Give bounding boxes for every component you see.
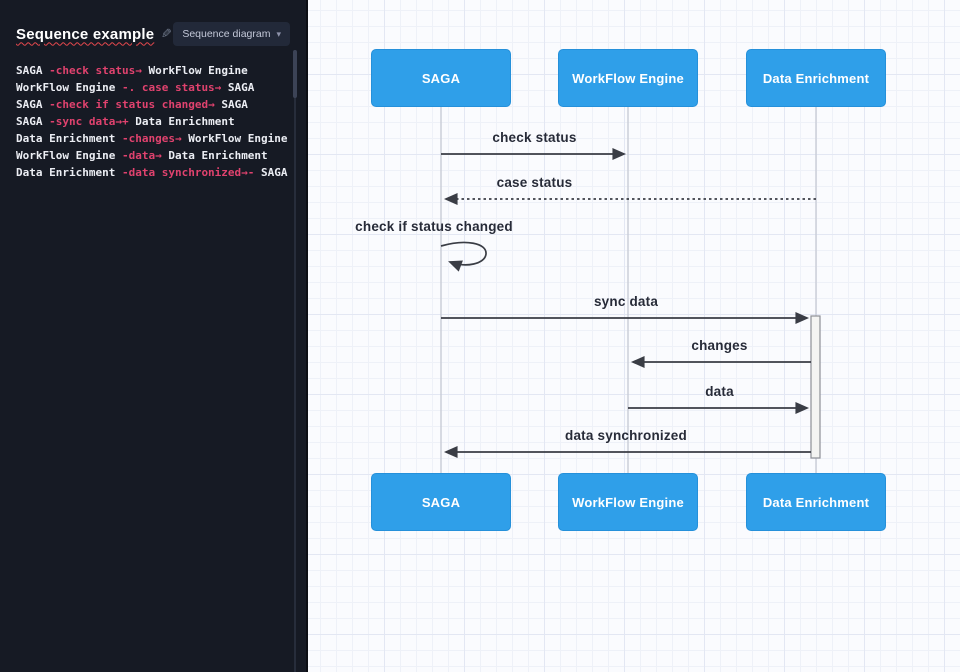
actor-box-workflow-engine-top: WorkFlow Engine (558, 49, 698, 107)
code-text: WorkFlow Engine (16, 149, 122, 162)
code-text: SAGA (16, 98, 50, 111)
message-label-data: data (705, 384, 734, 399)
message-label-data-synchronized: data synchronized (565, 428, 687, 443)
message-label-check-status: check status (492, 130, 577, 145)
message-label-sync-data: sync data (593, 294, 659, 309)
code-text: SAGA (221, 81, 255, 94)
code-text: SAGA (254, 166, 288, 179)
code-line[interactable]: SAGA -check if status changed→ SAGA (16, 96, 290, 113)
code-text: SAGA (214, 98, 248, 111)
message-label-changes: changes (691, 338, 748, 353)
edit-pencil-icon[interactable]: ✎ (161, 26, 172, 42)
actor-box-saga-bottom: SAGA (371, 473, 511, 531)
code-text: WorkFlow Engine (181, 132, 288, 145)
code-line[interactable]: SAGA -check status→ WorkFlow Engine (16, 62, 290, 79)
editor-scrollbar[interactable] (293, 50, 297, 672)
code-line[interactable]: WorkFlow Engine -data→ Data Enrichment (16, 147, 290, 164)
diagram-type-label: Sequence diagram (182, 28, 271, 40)
code-text: Data Enrichment (128, 115, 235, 128)
code-arrow-token: -check if status changed→ (49, 98, 215, 111)
code-arrow-token: -. case status→ (121, 81, 222, 94)
code-text: SAGA (16, 64, 50, 77)
diagram-canvas[interactable]: SAGA WorkFlow Engine Data Enrichment SAG… (308, 0, 960, 672)
code-arrow-token: -data synchronized→- (121, 166, 255, 179)
actor-box-data-enrichment-bottom: Data Enrichment (746, 473, 886, 531)
code-text: Data Enrichment (16, 166, 122, 179)
message-label-case-status: case status (496, 175, 573, 190)
actor-box-saga-top: SAGA (371, 49, 511, 107)
code-text: Data Enrichment (161, 149, 268, 162)
code-text: WorkFlow Engine (16, 81, 122, 94)
code-arrow-token: -changes→ (121, 132, 182, 145)
code-text: Data Enrichment (16, 132, 122, 145)
code-editor[interactable]: SAGA -check status→ WorkFlow Engine Work… (16, 62, 290, 181)
code-text: WorkFlow Engine (141, 64, 248, 77)
app-window: Sequence example ✎ Sequence diagram ▾ SA… (0, 0, 960, 672)
editor-header: Sequence example ✎ Sequence diagram ▾ (16, 22, 290, 46)
editor-scrollbar-thumb[interactable] (293, 50, 297, 98)
code-line[interactable]: WorkFlow Engine -. case status→ SAGA (16, 79, 290, 96)
diagram-type-dropdown[interactable]: Sequence diagram ▾ (173, 22, 290, 46)
code-line[interactable]: SAGA -sync data→+ Data Enrichment (16, 113, 290, 130)
actor-box-workflow-engine-bottom: WorkFlow Engine (558, 473, 698, 531)
chevron-down-icon: ▾ (276, 28, 281, 39)
message-label-self-check: check if status changed (355, 219, 513, 234)
code-arrow-token: -check status→ (49, 64, 142, 77)
actor-box-data-enrichment-top: Data Enrichment (746, 49, 886, 107)
code-arrow-token: -data→ (121, 149, 162, 162)
diagram-title[interactable]: Sequence example (16, 26, 154, 43)
editor-panel: Sequence example ✎ Sequence diagram ▾ SA… (0, 0, 308, 672)
code-text: SAGA (16, 115, 50, 128)
activation-bar (810, 315, 821, 459)
arrow-self-loop (440, 241, 487, 272)
code-line[interactable]: Data Enrichment -data synchronized→- SAG… (16, 164, 290, 181)
code-line[interactable]: Data Enrichment -changes→ WorkFlow Engin… (16, 130, 290, 147)
code-arrow-token: -sync data→+ (49, 115, 129, 128)
